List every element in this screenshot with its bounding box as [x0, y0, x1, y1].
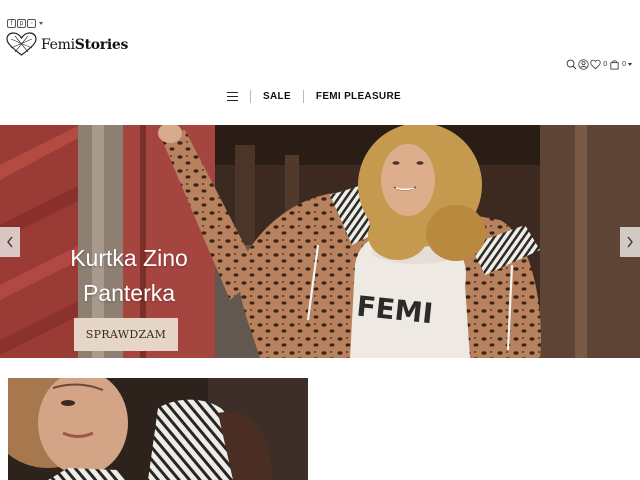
facebook-icon[interactable]: f	[7, 19, 16, 28]
search-icon[interactable]	[566, 59, 577, 70]
account-icon[interactable]	[578, 59, 589, 70]
wishlist-count: 0	[603, 61, 608, 68]
nav-item-sale[interactable]: SALE	[263, 91, 291, 102]
slider-next-button[interactable]	[620, 227, 640, 257]
logo-wordmark: FemiStories	[41, 36, 129, 53]
wishlist-icon[interactable]	[590, 59, 601, 70]
pinterest-icon[interactable]: p	[17, 19, 26, 28]
nav-divider	[302, 90, 304, 103]
nav-divider	[250, 90, 252, 103]
hero-cta-button[interactable]: SPRAWDZAM	[74, 318, 178, 351]
chevron-right-icon	[627, 236, 633, 248]
header-tools: 0 0	[566, 59, 632, 70]
site-logo[interactable]: FemiStories	[6, 32, 128, 57]
main-nav: SALE FEMI PLEASURE	[0, 90, 640, 103]
hero-slider: FEMI Kurtka Zino Panterka SPRAWDZAM	[0, 125, 640, 358]
heart-logo-icon	[6, 32, 37, 56]
chevron-left-icon	[7, 236, 13, 248]
cart-icon[interactable]	[609, 59, 620, 70]
hero-caption-line: Panterka	[82, 280, 176, 306]
instagram-icon[interactable]: ◦	[27, 19, 36, 28]
nav-item-femi-pleasure[interactable]: FEMI PLEASURE	[316, 91, 401, 102]
category-tile[interactable]	[8, 378, 308, 480]
menu-icon[interactable]	[227, 92, 239, 101]
hero-caption-line: Kurtka Zino	[70, 245, 188, 271]
chevron-down-icon[interactable]	[628, 63, 632, 66]
slider-prev-button[interactable]	[0, 227, 20, 257]
hero-caption: Kurtka Zino Panterka	[60, 241, 198, 311]
social-links: f p ◦	[7, 19, 43, 28]
chevron-down-icon[interactable]	[39, 22, 43, 25]
cart-count: 0	[622, 61, 626, 68]
category-tile-image	[8, 378, 308, 480]
